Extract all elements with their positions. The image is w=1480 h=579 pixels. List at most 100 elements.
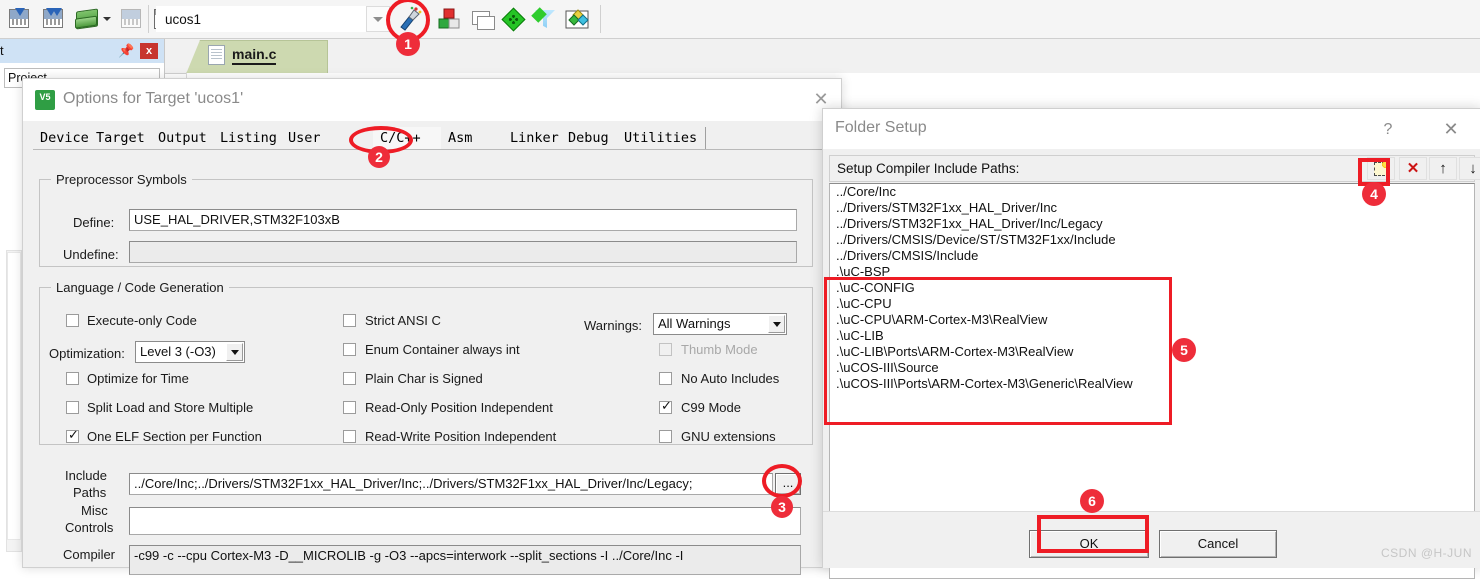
include-paths-browse-button[interactable]: ... [775, 473, 801, 495]
checkbox-gnu-extensions[interactable] [659, 430, 672, 443]
checkbox-read-only-position-independent[interactable] [343, 401, 356, 414]
label-c99-mode: C99 Mode [681, 400, 741, 415]
list-item[interactable]: .\uC-CPU\ARM-Cortex-M3\RealView [830, 312, 1474, 328]
tab-c-cpp[interactable]: C/C++ [373, 127, 444, 149]
label-gnu-extensions: GNU extensions [681, 429, 776, 444]
batch-rebuild-icon[interactable] [40, 6, 66, 32]
compiler-control-label: Compiler [63, 547, 116, 562]
label-split-load-store: Split Load and Store Multiple [87, 400, 254, 415]
tab-utilities[interactable]: Utilities [617, 127, 706, 149]
target-options-icon[interactable] [394, 4, 424, 34]
manage-project-items-icon[interactable] [74, 6, 100, 32]
list-item[interactable]: .\uCOS-III\Ports\ARM-Cortex-M3\Generic\R… [830, 376, 1474, 392]
label-execute-only-code: Execute-only Code [87, 313, 197, 328]
pin-icon[interactable]: 📌 [118, 43, 134, 59]
define-label: Define: [73, 215, 115, 230]
pack-manager-icon[interactable] [564, 6, 590, 32]
misc-controls-input[interactable] [129, 507, 801, 535]
checkbox-optimize-for-time[interactable] [66, 372, 79, 385]
keil-app-icon: V5 [35, 90, 55, 110]
annotation-marker-6: 6 [1080, 489, 1104, 513]
language-code-generation-group [39, 287, 813, 445]
target-select[interactable]: ucos1 [156, 6, 376, 32]
include-paths-input[interactable]: ../Core/Inc;../Drivers/STM32F1xx_HAL_Dri… [129, 473, 773, 495]
warnings-label: Warnings: [584, 318, 643, 333]
annotation-marker-5: 5 [1172, 338, 1196, 362]
close-icon[interactable]: x [140, 43, 158, 59]
help-icon[interactable]: ? [1371, 117, 1405, 143]
label-no-auto-includes: No Auto Includes [681, 371, 780, 386]
annotation-marker-4: 4 [1362, 182, 1386, 206]
document-icon [208, 45, 225, 65]
tab-asm[interactable]: Asm [441, 127, 512, 149]
options-tabs: Device Target Output Listing User C/C++ … [33, 127, 833, 151]
configuration-wizard-icon[interactable] [500, 6, 526, 32]
checkmark-icon: ✓ [68, 428, 79, 443]
checkbox-strict-ansi-c[interactable] [343, 314, 356, 327]
move-down-icon[interactable]: ↓ [1459, 157, 1480, 180]
checkbox-enum-container-always-int[interactable] [343, 343, 356, 356]
checkbox-execute-only-code[interactable] [66, 314, 79, 327]
options-tabs-underline [33, 149, 833, 150]
target-select-arrow[interactable] [366, 6, 390, 32]
label-thumb-mode: Thumb Mode [681, 342, 758, 357]
tab-main-c-label: main.c [232, 46, 277, 65]
compiler-control-input[interactable]: -c99 -c --cpu Cortex-M3 -D__MICROLIB -g … [129, 545, 801, 575]
include-paths-label-line1: Include [65, 468, 107, 483]
checkbox-c99-mode[interactable]: ✓ [659, 399, 672, 414]
include-paths-label-line2: Paths [73, 485, 107, 500]
optimization-label: Optimization: [49, 346, 125, 361]
delete-path-icon[interactable]: ✕ [1399, 157, 1427, 180]
dropdown-arrow-icon[interactable] [100, 6, 114, 32]
watermark: CSDN @H-JUN [1380, 546, 1472, 560]
optimization-select-value: Level 3 (-O3) [140, 344, 216, 359]
label-read-only-position-independent: Read-Only Position Independent [365, 400, 553, 415]
annotation-marker-3: 3 [771, 496, 793, 518]
chevron-down-icon[interactable] [768, 315, 785, 333]
label-strict-ansi-c: Strict ANSI C [365, 313, 441, 328]
checkbox-read-write-position-independent[interactable] [343, 430, 356, 443]
list-item[interactable]: .\uCOS-III\Source [830, 360, 1474, 376]
list-item[interactable]: .\uC-CPU [830, 296, 1474, 312]
editor-tabbar [165, 39, 1480, 74]
list-item[interactable]: .\uC-LIB [830, 328, 1474, 344]
optimization-select[interactable]: Level 3 (-O3) [135, 341, 245, 363]
ok-button[interactable]: OK [1029, 530, 1149, 558]
pack-manager-glyph [565, 9, 589, 29]
multi-project-icon[interactable] [468, 6, 495, 32]
checkbox-split-load-store[interactable] [66, 401, 79, 414]
label-plain-char-is-signed: Plain Char is Signed [365, 371, 483, 386]
list-item[interactable]: ../Drivers/CMSIS/Include [830, 248, 1474, 264]
pack-installer-icon[interactable] [531, 6, 558, 32]
checkbox-plain-char-is-signed[interactable] [343, 372, 356, 385]
tab-user[interactable]: User [281, 127, 353, 149]
list-item[interactable]: .\uC-BSP [830, 264, 1474, 280]
list-item[interactable]: ../Drivers/STM32F1xx_HAL_Driver/Inc/Lega… [830, 216, 1474, 232]
toolbar-separator-2 [600, 5, 601, 33]
annotation-marker-1: 1 [396, 32, 420, 56]
manage-components-icon[interactable] [436, 6, 462, 32]
cancel-button[interactable]: Cancel [1159, 530, 1277, 558]
toolbar-separator [148, 5, 149, 33]
target-options-glyph [400, 6, 422, 31]
undefine-input[interactable] [129, 241, 797, 263]
ide-toolbar: LOAD ucos1 [0, 0, 1480, 40]
checkbox-one-elf-section[interactable]: ✓ [66, 428, 79, 443]
list-item[interactable]: .\uC-LIB\Ports\ARM-Cortex-M3\RealView [830, 344, 1474, 360]
options-dialog-title: Options for Target 'ucos1' [63, 90, 244, 107]
warnings-select[interactable]: All Warnings [653, 313, 787, 335]
close-icon[interactable]: ✕ [1431, 117, 1471, 143]
misc-controls-label-line1: Misc [81, 503, 108, 518]
move-up-icon[interactable]: ↑ [1429, 157, 1457, 180]
list-item[interactable]: ../Drivers/CMSIS/Device/ST/STM32F1xx/Inc… [830, 232, 1474, 248]
list-item[interactable]: .\uC-CONFIG [830, 280, 1474, 296]
misc-controls-label-line2: Controls [65, 520, 114, 535]
clear-build-icon[interactable] [118, 6, 144, 32]
define-input[interactable]: USE_HAL_DRIVER,STM32F103xB [129, 209, 797, 231]
chevron-down-icon[interactable] [226, 343, 243, 361]
label-one-elf-section: One ELF Section per Function [87, 429, 262, 444]
checkbox-no-auto-includes[interactable] [659, 372, 672, 385]
new-path-icon[interactable] [1367, 157, 1395, 180]
batch-build-icon[interactable] [6, 6, 32, 32]
checkmark-icon: ✓ [661, 399, 672, 414]
